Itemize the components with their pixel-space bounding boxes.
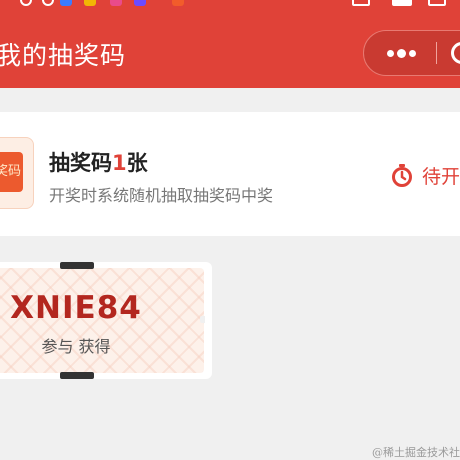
app-icon: [60, 0, 72, 6]
summary-subtitle: 开奖时系统随机抽取抽奖码中奖: [49, 186, 274, 205]
app-icon: [172, 0, 184, 6]
ticket-thumbnail-label: 奖码: [0, 152, 23, 192]
summary-title: 抽奖码1张: [49, 147, 148, 177]
wifi-icon: [392, 0, 412, 6]
code-count: 1: [112, 151, 127, 175]
stopwatch-icon: [392, 164, 412, 187]
lottery-code-ticket[interactable]: XNIE84 参与 获得: [0, 262, 212, 379]
notification-icon: [42, 0, 54, 6]
code-caption: 参与 获得: [0, 333, 156, 357]
title-prefix: 抽奖码: [49, 151, 112, 175]
more-button[interactable]: [364, 31, 436, 75]
ticket-face: XNIE84 参与 获得: [0, 268, 204, 373]
signal-icon: [352, 0, 370, 6]
page: 我的抽奖码 奖码 抽奖码1张 开奖时系统随机抽取抽奖码中奖 待开 XNIE84 …: [0, 0, 460, 460]
summary-card: 奖码 抽奖码1张 开奖时系统随机抽取抽奖码中奖 待开: [0, 112, 460, 236]
close-target-icon: [451, 42, 460, 64]
status-text: 待开: [422, 166, 460, 188]
caption-participate: 参与: [41, 337, 74, 356]
status-bar: [0, 0, 460, 14]
close-button[interactable]: [437, 31, 460, 75]
notification-icon: [20, 0, 32, 6]
app-icon: [110, 0, 122, 6]
ticket-side-notch: [200, 316, 205, 323]
title-suffix: 张: [126, 151, 148, 175]
app-icon: [84, 0, 96, 6]
battery-icon: [428, 0, 446, 6]
ticket-notch-top: [60, 262, 94, 269]
watermark: @稀土掘金技术社区: [372, 446, 460, 459]
page-title: 我的抽奖码: [0, 41, 127, 70]
app-icon: [134, 0, 146, 6]
mini-program-capsule: [363, 30, 460, 76]
ticket-notch-bottom: [60, 372, 94, 379]
ticket-thumbnail: 奖码: [0, 137, 34, 209]
lottery-code: XNIE84: [10, 290, 142, 326]
header: 我的抽奖码: [0, 14, 460, 88]
caption-obtained: 获得: [78, 337, 111, 356]
